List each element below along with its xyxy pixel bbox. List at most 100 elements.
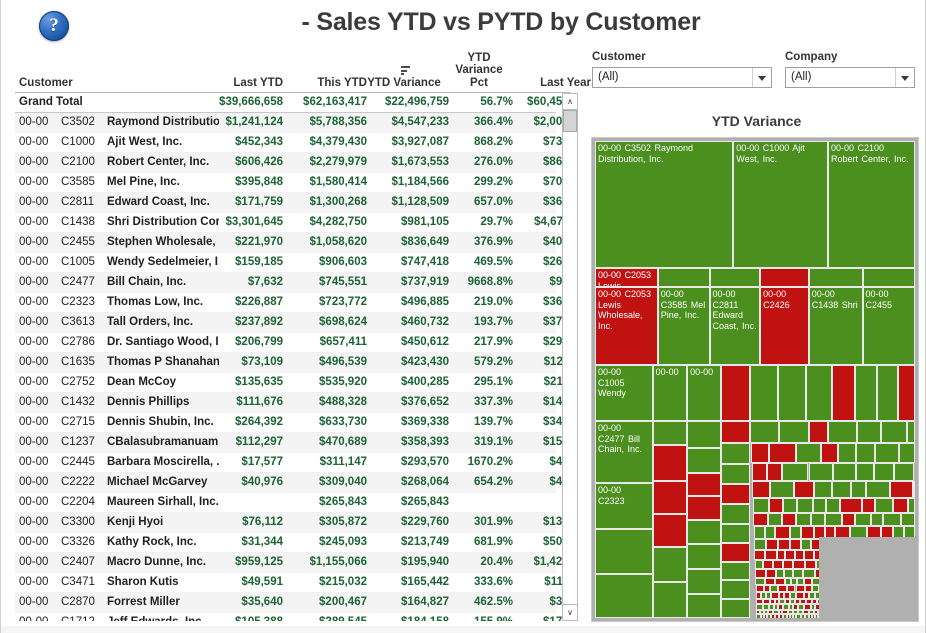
treemap-tile-b0-0[interactable] (750, 421, 779, 444)
table-row[interactable]: 00-00 C1432 Dennis Phillips $111,676 $488,32… (15, 393, 571, 413)
treemap-tile-b2-6[interactable] (874, 463, 894, 482)
treemap-tile-c3-5[interactable] (687, 544, 721, 569)
treemap-tile-b7-1[interactable] (765, 538, 778, 550)
treemap-tile-28[interactable] (595, 529, 653, 574)
treemap-tile-c4-8[interactable] (720, 580, 751, 599)
treemap-tile-b3-5[interactable] (850, 481, 867, 498)
treemap-chart[interactable]: 00-00 C3502 Raymond Distribution, Inc. 00… (591, 137, 919, 622)
chevron-down-icon[interactable] (895, 68, 914, 87)
treemap-tile-b3-8[interactable] (913, 481, 915, 498)
treemap-tile-b11-0[interactable] (755, 577, 766, 586)
treemap-tile-b3-2[interactable] (794, 481, 814, 498)
treemap-tile-b7-2[interactable] (777, 538, 790, 550)
treemap-tile-21[interactable] (805, 365, 833, 422)
table-row[interactable]: 00-00 C1000 Ajit West, Inc. $452,343 $4,379,… (15, 133, 571, 153)
table-row[interactable]: 00-00C1712Jeff Edwards, Inc.$105,388$289… (15, 613, 571, 621)
column-header-ytd-variance[interactable]: YTD Variance (367, 77, 441, 90)
treemap-tile-b10-2[interactable] (776, 569, 785, 578)
table-row[interactable]: 00-00 C2477 Bill Chain, Inc. $7,632 $745,551… (15, 273, 571, 293)
table-row[interactable]: 00-00 C2407 Macro Dunne, Inc. $959,125 $1,15… (15, 553, 571, 573)
treemap-tile-b3-3[interactable] (813, 481, 833, 498)
treemap-tile-b1-3[interactable] (820, 443, 839, 464)
treemap-tile-c3-3[interactable] (687, 496, 721, 521)
treemap-tile-c2-4[interactable] (652, 546, 688, 583)
treemap-tile-18[interactable] (720, 365, 751, 422)
treemap-tile-c3-6[interactable] (687, 568, 721, 594)
scroll-down-button[interactable]: ∨ (563, 604, 577, 620)
treemap-tile-b8-4[interactable] (794, 549, 804, 561)
treemap-tile-23[interactable] (854, 365, 878, 422)
treemap-tile-b8-5[interactable] (803, 549, 814, 561)
treemap-tile-b9-1[interactable] (763, 560, 774, 570)
treemap-tile-b2-0[interactable] (751, 463, 768, 482)
treemap-tile-4[interactable] (657, 268, 710, 288)
treemap-tile-b2-4[interactable] (832, 463, 856, 482)
table-row[interactable]: 00-00 C2752 Dean McCoy $135,635 $535,920 $400… (15, 373, 571, 393)
table-row[interactable]: 00-00 C2786 Dr. Santiago Wood, I.. $206,799… (15, 333, 571, 353)
treemap-tile-b12-3[interactable] (778, 585, 787, 593)
treemap-tile-5[interactable] (709, 268, 761, 288)
treemap-tile-b9-0[interactable] (754, 560, 764, 570)
treemap-tile-b5-8[interactable] (870, 512, 884, 527)
grand-total-row[interactable]: Grand Total $39,666,658 $62,163,417 $22,… (15, 93, 571, 113)
treemap-tile-29[interactable] (595, 573, 653, 618)
treemap-tile-c2-0[interactable] (652, 421, 688, 446)
treemap-tile-22[interactable] (832, 365, 855, 422)
treemap-tile-b10-5[interactable] (803, 569, 815, 578)
treemap-tile-b5-9[interactable] (883, 512, 902, 527)
table-row[interactable]: 00-00 C3502 Raymond Distributio.. $1,241,12… (15, 113, 571, 133)
treemap-tile-b12-0[interactable] (755, 585, 764, 593)
table-row[interactable]: 00-00 C2204 Maureen Sirhall, Inc. $265,843 $… (15, 493, 556, 513)
treemap-tile-b6-1[interactable] (764, 526, 776, 539)
treemap-tile-13[interactable]: 00-00 C1438 Shri (808, 287, 863, 366)
treemap-tile-b5-10[interactable] (901, 512, 915, 527)
treemap-tile-b8-2[interactable] (776, 549, 786, 561)
treemap-tile-b12-7[interactable] (812, 585, 819, 593)
treemap-tile-b11-2[interactable] (774, 577, 785, 586)
treemap-tile-b1-1[interactable] (768, 443, 797, 464)
treemap-tile-c4-6[interactable] (720, 542, 751, 562)
treemap-tile-b2-1[interactable] (767, 463, 783, 482)
table-row[interactable]: 00-00 C2323 Thomas Low, Inc. $226,887 $723,7… (15, 293, 571, 313)
treemap-tile-b0-4[interactable] (856, 421, 881, 444)
treemap-tile-b4-9[interactable] (893, 497, 909, 513)
treemap-tile-b10-3[interactable] (784, 569, 793, 578)
customer-filter[interactable]: (All) (592, 67, 772, 88)
treemap-tile-b2-3[interactable] (808, 463, 833, 482)
treemap-tile-b0-3[interactable] (828, 421, 857, 444)
treemap-tile-2[interactable]: 00-00 C2100 Robert Center, Inc. (827, 141, 915, 269)
treemap-tile-b4-0[interactable] (752, 497, 770, 513)
treemap-tile-c4-4[interactable] (720, 504, 751, 524)
treemap-tile-27[interactable]: 00-00 C2323 (595, 483, 653, 530)
treemap-tile-b12-4[interactable] (786, 585, 796, 593)
treemap-tile-c4-3[interactable] (720, 484, 751, 505)
treemap-tile-b1-6[interactable] (875, 443, 899, 464)
treemap-tile-b2-5[interactable] (855, 463, 875, 482)
table-row[interactable]: 00-00 C3613 Tall Orders, Inc. $237,892 $698,… (15, 313, 571, 333)
treemap-tile-b3-7[interactable] (889, 481, 914, 498)
treemap-tile-b12-6[interactable] (804, 585, 812, 593)
treemap-tile-b12-5[interactable] (795, 585, 805, 593)
treemap-tile-7[interactable] (808, 268, 863, 288)
treemap-tile-b5-1[interactable] (767, 512, 783, 527)
treemap-tile-b1-4[interactable] (838, 443, 856, 464)
column-header-customer[interactable]: Customer (19, 77, 73, 90)
scrollbar-thumb[interactable] (563, 110, 577, 132)
treemap-tile-8[interactable] (862, 268, 915, 288)
treemap-tile-b4-5[interactable] (826, 497, 841, 513)
table-row[interactable]: 00-00 C2811 Edward Coast, Inc. $171,759 $1,3… (15, 193, 571, 213)
treemap-tile-b10-4[interactable] (792, 569, 804, 578)
treemap-tile-26[interactable]: 00-00 C2477 Bill Chain, Inc. (595, 421, 653, 484)
treemap-tile-b0-5[interactable] (880, 421, 908, 444)
treemap-tile-c3-2[interactable] (687, 472, 721, 497)
table-row[interactable]: 00-00 C2715 Dennis Shubin, Inc. $264,392 $63… (15, 413, 571, 433)
treemap-tile-10[interactable]: 00-00 C3585 Mel Pine, Inc. (657, 287, 710, 366)
table-row[interactable]: 00-00 C1005 Wendy Sedelmeier, I.. $159,185 $… (15, 253, 571, 273)
treemap-tile-b2-7[interactable] (893, 463, 915, 482)
treemap-tile-b6-4[interactable] (800, 526, 815, 539)
treemap-tile-b8-0[interactable] (754, 549, 765, 561)
treemap-tile-b5-4[interactable] (811, 512, 826, 527)
treemap-tile-c4-9[interactable] (720, 598, 751, 618)
treemap-tile-b11-6[interactable] (803, 577, 812, 586)
treemap-tile-11[interactable]: 00-00 C2811 Edward Coast, Inc. (709, 287, 761, 366)
